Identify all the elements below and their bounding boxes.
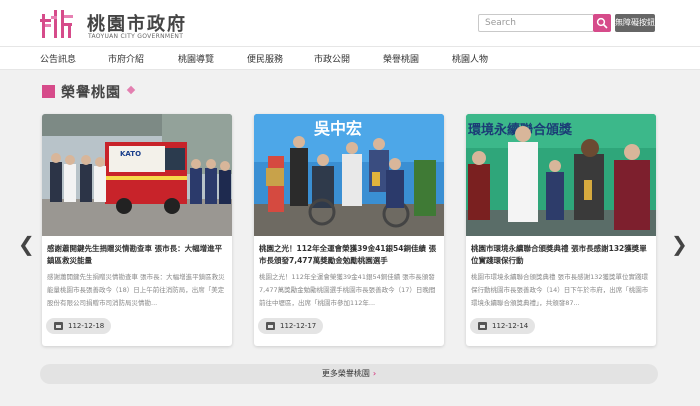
section-marker-icon — [42, 85, 55, 98]
news-card-title[interactable]: 感謝蕭開鍵先生捐贈災情勘查車 張市長：大幅增進平鎮區救災能量 — [47, 243, 229, 267]
more-honors-label: 更多榮譽桃園 — [321, 369, 370, 378]
calendar-icon — [266, 322, 275, 330]
date-badge: 112-12-17 — [258, 318, 324, 334]
carousel-next-button[interactable]: ❯ — [671, 232, 688, 256]
search-icon — [596, 17, 608, 29]
news-card-image[interactable]: 吳中宏 — [254, 114, 444, 236]
news-card-title[interactable]: 桃園市環境永續聯合頒獎典禮 張市長感謝132獲獎單位實踐環保行動 — [471, 243, 653, 267]
nav-item-people[interactable]: 桃園人物 — [452, 52, 488, 65]
section-title: 榮譽桃園 — [61, 85, 121, 101]
chevron-right-icon: › — [372, 369, 377, 378]
news-card-title[interactable]: 桃園之光！112年全運會榮獲39金41銀54銅佳績 張市長頒發7,477萬獎勵金… — [259, 243, 441, 267]
site-subtitle: TAOYUAN CITY GOVERNMENT — [88, 33, 184, 40]
nav-item-honors[interactable]: 榮譽桃園 — [383, 52, 419, 65]
calendar-icon — [478, 322, 487, 330]
nav-item-services[interactable]: 便民服務 — [247, 52, 283, 65]
news-card-date: 112-12-18 — [68, 322, 105, 330]
banner-name-label: 吳中宏 — [313, 119, 362, 138]
more-honors-button[interactable]: 更多榮譽桃園 › — [40, 364, 658, 384]
news-card[interactable]: 環境永續聯合頒獎 桃園市環境永續聯合頒獎典禮 張市長感謝132獲獎單位實踐環保行… — [466, 114, 656, 346]
news-card-image[interactable]: 環境永續聯合頒獎 — [466, 114, 656, 236]
news-card-image[interactable]: KATO — [42, 114, 232, 236]
news-card[interactable]: KATO 感謝蕭開鍵先生捐贈災情勘查車 張市長：大幅增進平鎮區救災能量 感謝蕭開… — [42, 114, 232, 346]
date-badge: 112-12-14 — [470, 318, 536, 334]
truck-logo-label: KATO — [120, 150, 141, 158]
nav-item-announcements[interactable]: 公告訊息 — [40, 52, 76, 65]
news-card-description: 桃園之光！112年全運會榮獲39金41銀54銅佳績 張市長頒發7,477萬獎勵金… — [259, 273, 436, 307]
nav-item-about[interactable]: 市府介紹 — [108, 52, 144, 65]
nav-item-guide[interactable]: 桃園導覽 — [178, 52, 214, 65]
news-card-date: 112-12-14 — [492, 322, 529, 330]
accessibility-button[interactable]: 無障礙按鈕 — [615, 14, 655, 32]
date-badge: 112-12-18 — [46, 318, 112, 334]
carousel-prev-button[interactable]: ❮ — [18, 232, 35, 256]
search-input[interactable]: Search — [478, 14, 594, 32]
header: 桃園市政府 TAOYUAN CITY GOVERNMENT Search 無障礙… — [0, 0, 700, 46]
news-card-date: 112-12-17 — [280, 322, 317, 330]
news-card[interactable]: 吳中宏 桃園之光！112年全運會榮獲39金41銀54銅佳績 張市長頒發7,477… — [254, 114, 444, 346]
nav-item-public-affairs[interactable]: 市政公開 — [314, 52, 350, 65]
taoyuan-logo-icon[interactable] — [40, 6, 74, 40]
search-button[interactable] — [593, 14, 611, 32]
main-nav: 公告訊息 市府介紹 桃園導覽 便民服務 市政公開 榮譽桃園 桃園人物 — [0, 46, 700, 70]
news-card-description: 感謝蕭開鍵先生捐贈災情勘查車 張市長：大幅增進平鎮區救災能量桃園市長張善政今（1… — [47, 273, 225, 307]
diamond-icon — [126, 85, 136, 95]
calendar-icon — [54, 322, 63, 330]
news-card-description: 桃園市環境永續聯合頒獎典禮 張市長感謝132獲獎單位實踐環保行動桃園市長張善政今… — [471, 273, 649, 307]
